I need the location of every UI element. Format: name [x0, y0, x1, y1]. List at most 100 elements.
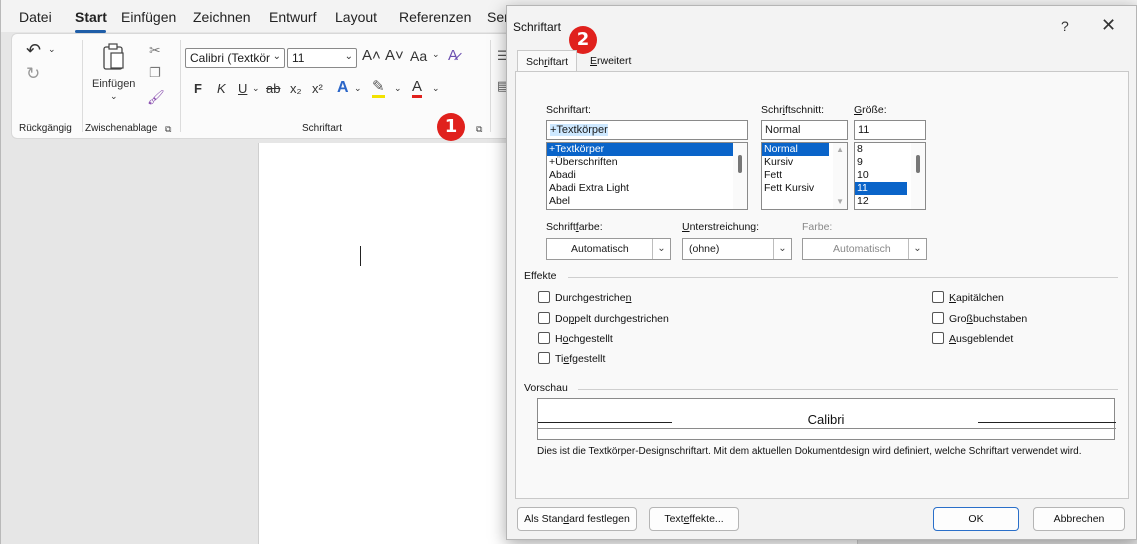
- list-item[interactable]: Abadi: [547, 169, 747, 182]
- list-item[interactable]: +Überschriften: [547, 156, 747, 169]
- format-painter-icon[interactable]: 🖌: [147, 89, 165, 106]
- menu-layout[interactable]: Layout: [335, 9, 377, 25]
- checkbox-box[interactable]: [538, 312, 550, 324]
- clipboard-launcher-icon[interactable]: ⧉: [165, 124, 175, 134]
- tab-label: Sch: [526, 56, 545, 68]
- scroll-down-icon[interactable]: ▼: [836, 197, 844, 206]
- cut-icon[interactable]: ✂: [149, 42, 161, 59]
- font-size-combo[interactable]: 11 ⌄: [287, 48, 357, 68]
- underline-color-value: Automatisch: [833, 243, 891, 255]
- menu-entwurf[interactable]: Entwurf: [269, 9, 316, 25]
- clipboard-icon[interactable]: [101, 42, 127, 72]
- underline-style-dropdown[interactable]: (ohne) ⌄: [682, 238, 792, 260]
- preview-description: Dies ist die Textkörper-Designschriftart…: [537, 446, 1082, 457]
- font-group-label: Schriftart: [302, 123, 343, 134]
- font-name-input[interactable]: +Textkörper: [546, 120, 748, 140]
- underline-button[interactable]: U: [238, 81, 247, 96]
- checkbox-box[interactable]: [932, 291, 944, 303]
- chevron-down-icon[interactable]: ⌄: [432, 49, 440, 60]
- tab-label: iftart: [547, 56, 569, 68]
- scroll-up-icon[interactable]: ▲: [836, 145, 844, 154]
- undo-dropdown-icon[interactable]: ⌄: [48, 44, 56, 55]
- scroll-thumb[interactable]: [738, 155, 742, 173]
- list-item[interactable]: +Textkörper: [547, 143, 747, 156]
- checkbox-label: chgestellt: [568, 333, 613, 345]
- list-item[interactable]: Abel: [547, 195, 747, 208]
- bold-button[interactable]: F: [194, 81, 202, 96]
- list-item[interactable]: Normal: [762, 143, 829, 156]
- chevron-down-icon[interactable]: ⌄: [432, 83, 440, 94]
- checkbox-label: Do: [555, 313, 569, 325]
- menu-start[interactable]: Start: [75, 9, 107, 25]
- checkbox-superscript[interactable]: Hochgestellt: [538, 332, 613, 345]
- menu-datei[interactable]: Datei: [19, 9, 52, 25]
- label-text: arbe:: [578, 221, 603, 233]
- label-text: Schrift: [546, 221, 576, 233]
- cancel-button[interactable]: Abbrechen: [1033, 507, 1125, 531]
- checkbox-hidden[interactable]: Ausgeblendet: [932, 332, 1013, 345]
- checkbox-subscript[interactable]: Tiefgestellt: [538, 352, 605, 365]
- change-case-icon[interactable]: Aa: [410, 48, 427, 64]
- checkbox-box[interactable]: [932, 332, 944, 344]
- font-style-list[interactable]: Normal Kursiv Fett Fett Kursiv ▲ ▼: [761, 142, 848, 210]
- tab-schriftart[interactable]: Schriftart: [517, 50, 577, 72]
- strikethrough-button[interactable]: ab: [266, 81, 280, 96]
- paste-label[interactable]: Einfügen: [92, 78, 135, 90]
- highlight-icon[interactable]: ✎: [372, 79, 385, 98]
- menu-einfuegen[interactable]: Einfügen: [121, 9, 176, 25]
- checkbox-all-caps[interactable]: Großbuchstaben: [932, 312, 1027, 325]
- checkbox-small-caps[interactable]: Kapitälchen: [932, 291, 1004, 304]
- copy-icon[interactable]: ❐: [149, 65, 161, 81]
- ok-button[interactable]: OK: [933, 507, 1019, 531]
- font-list-scrollbar[interactable]: [733, 143, 747, 209]
- chevron-down-icon: ⌄: [773, 239, 791, 259]
- paste-dropdown-icon[interactable]: ⌄: [110, 91, 118, 102]
- text-effects-button[interactable]: Texteffekte...: [649, 507, 739, 531]
- font-style-input[interactable]: Normal: [761, 120, 848, 140]
- font-color-dropdown[interactable]: Automatisch ⌄: [546, 238, 671, 260]
- help-button[interactable]: ?: [1061, 18, 1069, 34]
- checkbox-double-strikethrough[interactable]: Doppelt durchgestrichen: [538, 312, 669, 325]
- chevron-down-icon[interactable]: ⌄: [394, 83, 402, 94]
- list-item[interactable]: Abadi Extra Light: [547, 182, 747, 195]
- redo-icon[interactable]: ↻: [26, 64, 40, 84]
- font-size-input[interactable]: 11: [854, 120, 926, 140]
- style-label: Schriftschnitt:: [761, 104, 824, 116]
- preview-sample-text: Calibri: [807, 412, 845, 427]
- font-dialog-launcher-icon[interactable]: ⧉: [476, 124, 486, 134]
- tab-erweitert[interactable]: Erweitert: [582, 50, 648, 72]
- checkbox-box[interactable]: [932, 312, 944, 324]
- list-item[interactable]: 11: [855, 182, 907, 195]
- checkbox-box[interactable]: [538, 332, 550, 344]
- dialog-title: Schriftart: [513, 20, 562, 34]
- chevron-down-icon: ⌄: [272, 51, 281, 62]
- font-color-icon[interactable]: A: [412, 79, 423, 98]
- checkbox-box[interactable]: [538, 352, 550, 364]
- font-name-combo[interactable]: Calibri (Textkör ⌄: [185, 48, 285, 68]
- chevron-down-icon[interactable]: ⌄: [354, 83, 362, 94]
- font-size-list[interactable]: 8 9 10 11 12: [854, 142, 926, 210]
- italic-button[interactable]: K: [217, 81, 226, 96]
- size-list-scrollbar[interactable]: [911, 143, 925, 209]
- close-button[interactable]: ✕: [1101, 15, 1116, 36]
- checkbox-strikethrough[interactable]: Durchgestrichen: [538, 291, 631, 304]
- undo-group-label: Rückgängig: [19, 123, 72, 134]
- underline-style-value: (ohne): [689, 243, 720, 255]
- checkbox-label: apitälchen: [956, 292, 1004, 304]
- font-list[interactable]: +Textkörper +Überschriften Abadi Abadi E…: [546, 142, 748, 210]
- chevron-down-icon[interactable]: ⌄: [252, 83, 260, 94]
- tab-label: rweitert: [597, 55, 632, 67]
- superscript-button[interactable]: x²: [312, 81, 323, 96]
- scroll-thumb[interactable]: [916, 155, 920, 173]
- clear-formatting-icon[interactable]: A̷: [448, 47, 458, 64]
- menu-zeichnen[interactable]: Zeichnen: [193, 9, 251, 25]
- text-effects-icon[interactable]: A: [337, 79, 349, 97]
- set-default-button[interactable]: Als Standard festlegen: [517, 507, 637, 531]
- style-list-scrollbar[interactable]: ▲ ▼: [833, 143, 847, 209]
- shrink-font-icon[interactable]: A˅: [385, 47, 404, 64]
- checkbox-box[interactable]: [538, 291, 550, 303]
- undo-icon[interactable]: ↶: [26, 40, 41, 61]
- grow-font-icon[interactable]: A˄: [362, 47, 381, 64]
- subscript-button[interactable]: x₂: [290, 81, 302, 96]
- menu-referenzen[interactable]: Referenzen: [399, 9, 471, 25]
